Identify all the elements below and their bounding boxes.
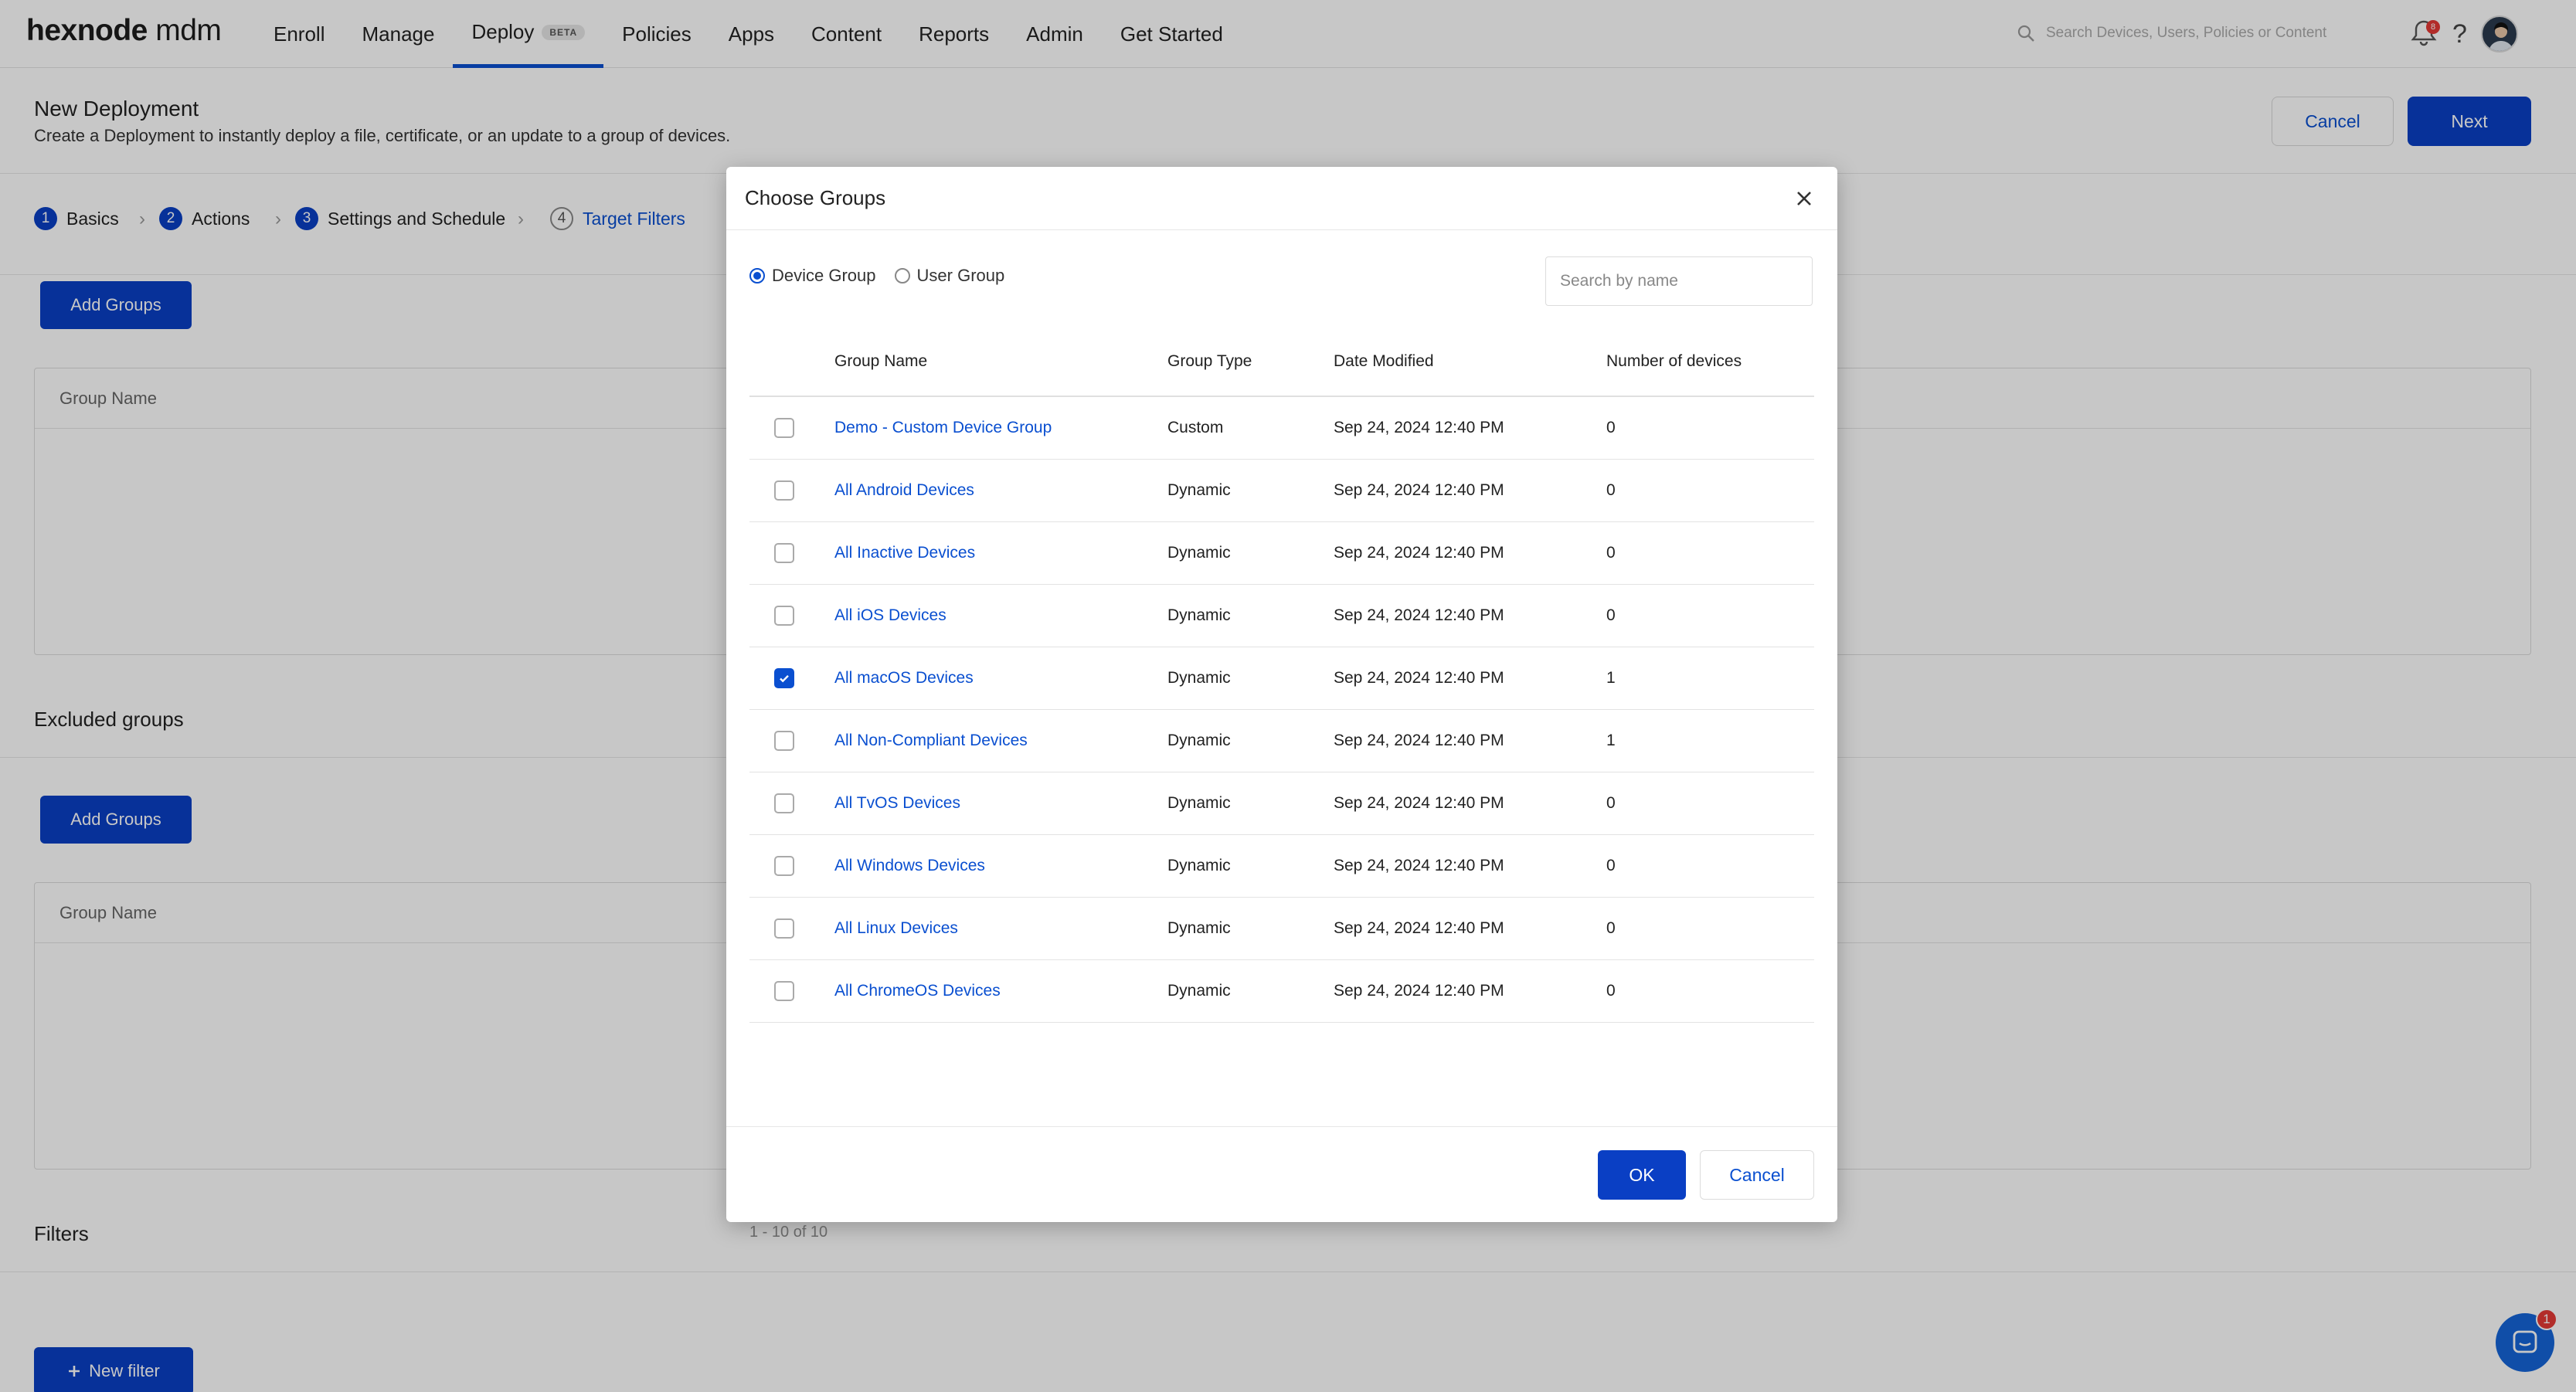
device-count-cell: 1 — [1606, 669, 1616, 687]
dialog-cancel-button[interactable]: Cancel — [1700, 1150, 1814, 1200]
date-modified-cell: Sep 24, 2024 12:40 PM — [1334, 419, 1504, 436]
group-type-radio-group: Device Group User Group — [749, 266, 1004, 286]
radio-button[interactable] — [749, 268, 765, 283]
row-checkbox-cell — [774, 960, 794, 1022]
column-header-group-type[interactable]: Group Type — [1167, 328, 1252, 396]
column-header-number-of-devices[interactable]: Number of devices — [1606, 328, 1742, 396]
column-header-date-modified[interactable]: Date Modified — [1334, 328, 1434, 396]
device-count-cell: 0 — [1606, 544, 1616, 562]
date-modified-cell: Sep 24, 2024 12:40 PM — [1334, 794, 1504, 812]
row-checkbox-cell — [774, 772, 794, 834]
row-checkbox-cell — [774, 710, 794, 772]
date-modified-cell: Sep 24, 2024 12:40 PM — [1334, 732, 1504, 749]
group-type-cell: Dynamic — [1167, 857, 1231, 874]
ok-button[interactable]: OK — [1598, 1150, 1686, 1200]
group-name-link[interactable]: All iOS Devices — [834, 585, 946, 647]
date-modified-cell: Sep 24, 2024 12:40 PM — [1334, 481, 1504, 499]
device-count-cell: 0 — [1606, 982, 1616, 1000]
row-checkbox[interactable] — [774, 731, 794, 751]
device-count-cell: 0 — [1606, 794, 1616, 812]
close-icon[interactable] — [1791, 185, 1817, 212]
device-count-cell: 0 — [1606, 481, 1616, 499]
pagination-info: 1 - 10 of 10 — [749, 1224, 828, 1241]
row-checkbox[interactable] — [774, 480, 794, 501]
group-name-link[interactable]: All TvOS Devices — [834, 772, 960, 834]
groups-table: Group Name Group Type Date Modified Numb… — [749, 328, 1814, 1023]
row-checkbox[interactable] — [774, 668, 794, 688]
group-type-cell: Dynamic — [1167, 982, 1231, 1000]
group-name-link[interactable]: Demo - Custom Device Group — [834, 397, 1052, 459]
device-count-cell: 0 — [1606, 919, 1616, 937]
table-header-row: Group Name Group Type Date Modified Numb… — [749, 328, 1814, 397]
radio-label: User Group — [916, 266, 1005, 285]
group-type-cell: Dynamic — [1167, 919, 1231, 937]
group-name-link[interactable]: All Non-Compliant Devices — [834, 710, 1028, 772]
row-checkbox-cell — [774, 898, 794, 959]
row-checkbox-cell — [774, 647, 794, 709]
row-checkbox-cell — [774, 460, 794, 521]
group-name-link[interactable]: All Android Devices — [834, 460, 974, 521]
group-type-cell: Dynamic — [1167, 669, 1231, 687]
row-checkbox-cell — [774, 397, 794, 459]
row-checkbox[interactable] — [774, 918, 794, 939]
table-row[interactable]: All iOS Devices Dynamic Sep 24, 2024 12:40… — [749, 585, 1814, 647]
table-row[interactable]: All Linux Devices Dynamic Sep 24, 2024 12:… — [749, 898, 1814, 960]
row-checkbox-cell — [774, 522, 794, 584]
date-modified-cell: Sep 24, 2024 12:40 PM — [1334, 857, 1504, 874]
table-row[interactable]: All macOS Devices Dynamic Sep 24, 2024 12:… — [749, 647, 1814, 710]
group-name-link[interactable]: All Inactive Devices — [834, 522, 975, 584]
radio-user-group[interactable]: User Group — [894, 266, 1005, 286]
column-header-group-name[interactable]: Group Name — [834, 328, 927, 396]
choose-groups-dialog: Choose Groups Device Group User Group Gr… — [726, 167, 1837, 1241]
radio-device-group[interactable]: Device Group — [749, 266, 876, 286]
group-type-cell: Dynamic — [1167, 606, 1231, 624]
device-count-cell: 1 — [1606, 732, 1616, 749]
group-search-box[interactable] — [1545, 256, 1813, 306]
table-row[interactable]: All Windows Devices Dynamic Sep 24, 2024 1… — [749, 835, 1814, 898]
row-checkbox[interactable] — [774, 981, 794, 1001]
table-row[interactable]: All Android Devices Dynamic Sep 24, 2024 1… — [749, 460, 1814, 522]
group-name-link[interactable]: All ChromeOS Devices — [834, 960, 1001, 1022]
group-type-cell: Dynamic — [1167, 732, 1231, 749]
date-modified-cell: Sep 24, 2024 12:40 PM — [1334, 606, 1504, 624]
device-count-cell: 0 — [1606, 606, 1616, 624]
row-checkbox-cell — [774, 585, 794, 647]
group-type-cell: Dynamic — [1167, 544, 1231, 562]
dialog-title: Choose Groups — [745, 186, 886, 209]
device-count-cell: 0 — [1606, 857, 1616, 874]
row-checkbox[interactable] — [774, 543, 794, 563]
date-modified-cell: Sep 24, 2024 12:40 PM — [1334, 919, 1504, 937]
row-checkbox[interactable] — [774, 793, 794, 813]
group-type-cell: Custom — [1167, 419, 1224, 436]
date-modified-cell: Sep 24, 2024 12:40 PM — [1334, 982, 1504, 1000]
table-row[interactable]: All Non-Compliant Devices Dynamic Sep 24, … — [749, 710, 1814, 772]
group-name-link[interactable]: All Windows Devices — [834, 835, 985, 897]
group-name-link[interactable]: All Linux Devices — [834, 898, 958, 959]
group-type-cell: Dynamic — [1167, 481, 1231, 499]
row-checkbox[interactable] — [774, 418, 794, 438]
table-row[interactable]: All ChromeOS Devices Dynamic Sep 24, 2024 … — [749, 960, 1814, 1023]
table-row[interactable]: All TvOS Devices Dynamic Sep 24, 2024 12:4… — [749, 772, 1814, 835]
group-name-link[interactable]: All macOS Devices — [834, 647, 974, 709]
date-modified-cell: Sep 24, 2024 12:40 PM — [1334, 544, 1504, 562]
table-row[interactable]: Demo - Custom Device Group Custom Sep 24, … — [749, 397, 1814, 460]
row-checkbox-cell — [774, 835, 794, 897]
row-checkbox[interactable] — [774, 606, 794, 626]
date-modified-cell: Sep 24, 2024 12:40 PM — [1334, 669, 1504, 687]
radio-label: Device Group — [772, 266, 876, 285]
table-row[interactable]: All Inactive Devices Dynamic Sep 24, 2024 … — [749, 522, 1814, 585]
group-type-cell: Dynamic — [1167, 794, 1231, 812]
dialog-footer: OK Cancel — [726, 1126, 1837, 1222]
radio-button[interactable] — [894, 268, 910, 283]
group-search-input[interactable] — [1560, 272, 1812, 290]
dialog-header: Choose Groups — [726, 167, 1837, 230]
device-count-cell: 0 — [1606, 419, 1616, 436]
row-checkbox[interactable] — [774, 856, 794, 876]
